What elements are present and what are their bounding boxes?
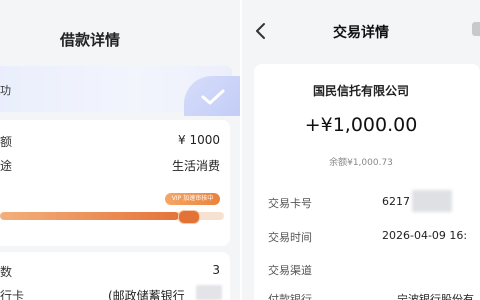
channel-label: 交易渠道 bbox=[268, 264, 312, 277]
check-icon bbox=[201, 89, 225, 105]
payee-name: 国民信托有限公司 bbox=[312, 84, 409, 98]
transaction-time-label: 交易时间 bbox=[268, 231, 312, 244]
page-title: 借款详情 bbox=[59, 31, 120, 49]
loan-purpose-value: 生活消费 bbox=[171, 159, 220, 173]
loan-purpose-label: 途 bbox=[0, 159, 13, 173]
status-text: 功 bbox=[0, 84, 11, 97]
payer-bank-label: 付款银行 bbox=[268, 293, 312, 300]
payer-bank-value: 宁波银行股份有 bbox=[397, 293, 474, 300]
vip-progress-tag: VIP 加速审核中 bbox=[165, 193, 220, 205]
transaction-time-value: 2026-04-09 16: bbox=[382, 229, 468, 242]
transaction-amount: +¥1,000.00 bbox=[304, 114, 418, 136]
installments-value: 3 bbox=[212, 263, 220, 277]
bank-card-value: (邮政储蓄银行 bbox=[108, 289, 185, 300]
card-number-value: 6217 bbox=[382, 195, 410, 208]
progress-knob bbox=[178, 210, 200, 224]
account-balance: 余额¥1,000.73 bbox=[329, 158, 393, 168]
page-title: 交易详情 bbox=[333, 25, 389, 41]
headset-icon[interactable] bbox=[472, 22, 480, 36]
bank-card-label: 行卡 bbox=[0, 289, 25, 300]
loan-details-panel: 借款详情 功 额 ¥ 1000 途 生活消费 VIP 加速审核中 数 3 行卡 … bbox=[0, 0, 240, 300]
card-number-label: 交易卡号 bbox=[268, 197, 312, 210]
loan-amount-value: ¥ 1000 bbox=[178, 133, 220, 147]
transaction-details-panel: 交易详情 国民信托有限公司 +¥1,000.00 余额¥1,000.73 交易卡… bbox=[242, 0, 480, 300]
masked-card-digits bbox=[412, 190, 452, 212]
progress-fill bbox=[0, 212, 180, 220]
installments-label: 数 bbox=[0, 265, 13, 279]
masked-card-number bbox=[196, 285, 222, 300]
loan-amount-label: 额 bbox=[0, 135, 13, 149]
